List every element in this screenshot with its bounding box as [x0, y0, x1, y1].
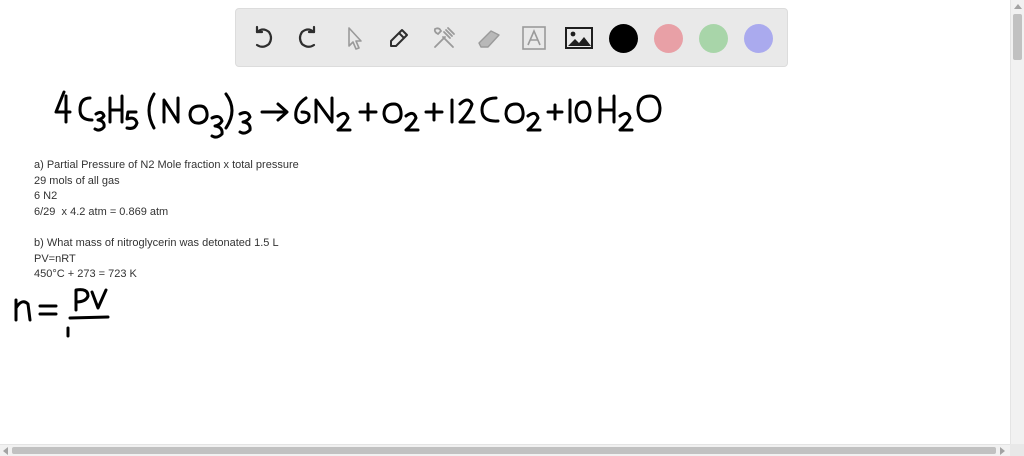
note-line: 29 mols of all gas: [34, 174, 120, 187]
redo-button[interactable]: [293, 23, 323, 53]
image-icon: [565, 27, 593, 49]
note-line: a) Partial Pressure of N2 Mole fraction …: [34, 159, 299, 171]
select-pointer-icon: [348, 27, 362, 50]
handwritten-equation: [54, 90, 662, 139]
eraser-icon: [478, 30, 500, 48]
scroll-up-arrow-icon[interactable]: [1014, 4, 1022, 9]
undo-icon: [255, 25, 273, 48]
note-line: 450°C + 273 = 723 K: [34, 268, 137, 281]
pen-button[interactable]: [384, 23, 414, 53]
redo-icon: [298, 25, 316, 48]
tools-button[interactable]: [429, 23, 459, 53]
pen-icon: [390, 29, 408, 47]
color-swatch-black[interactable]: [609, 24, 638, 53]
color-swatch-green[interactable]: [699, 24, 728, 53]
scroll-right-arrow-icon[interactable]: [1000, 447, 1005, 455]
note-line: b) What mass of nitroglycerin was detona…: [34, 237, 279, 249]
horizontal-scroll-thumb[interactable]: [12, 447, 996, 454]
notes-part-b: b) What mass of nitroglycerin was detona…: [34, 236, 279, 283]
color-swatch-pink[interactable]: [654, 24, 683, 53]
select-button[interactable]: [339, 23, 369, 53]
vertical-scrollbar[interactable]: [1010, 0, 1024, 444]
drawing-toolbar: [235, 8, 788, 67]
undo-button[interactable]: [248, 23, 278, 53]
handwritten-formula: [14, 288, 110, 338]
horizontal-scrollbar[interactable]: [0, 444, 1010, 456]
note-line: PV=nRT: [34, 252, 76, 265]
note-line: 6/29 x 4.2 atm = 0.869 atm: [34, 205, 169, 218]
note-line: 6 N2: [34, 190, 58, 203]
eraser-button[interactable]: [474, 23, 504, 53]
scrollbar-corner: [1010, 444, 1024, 456]
vertical-scroll-thumb[interactable]: [1013, 14, 1022, 60]
text-button[interactable]: [519, 23, 549, 53]
text-icon: [522, 26, 546, 50]
notes-part-a: a) Partial Pressure of N2 Mole fraction …: [34, 158, 299, 220]
scroll-left-arrow-icon[interactable]: [3, 447, 8, 455]
tools-icon: [433, 27, 455, 48]
color-swatch-purple[interactable]: [744, 24, 773, 53]
image-button[interactable]: [564, 23, 594, 53]
